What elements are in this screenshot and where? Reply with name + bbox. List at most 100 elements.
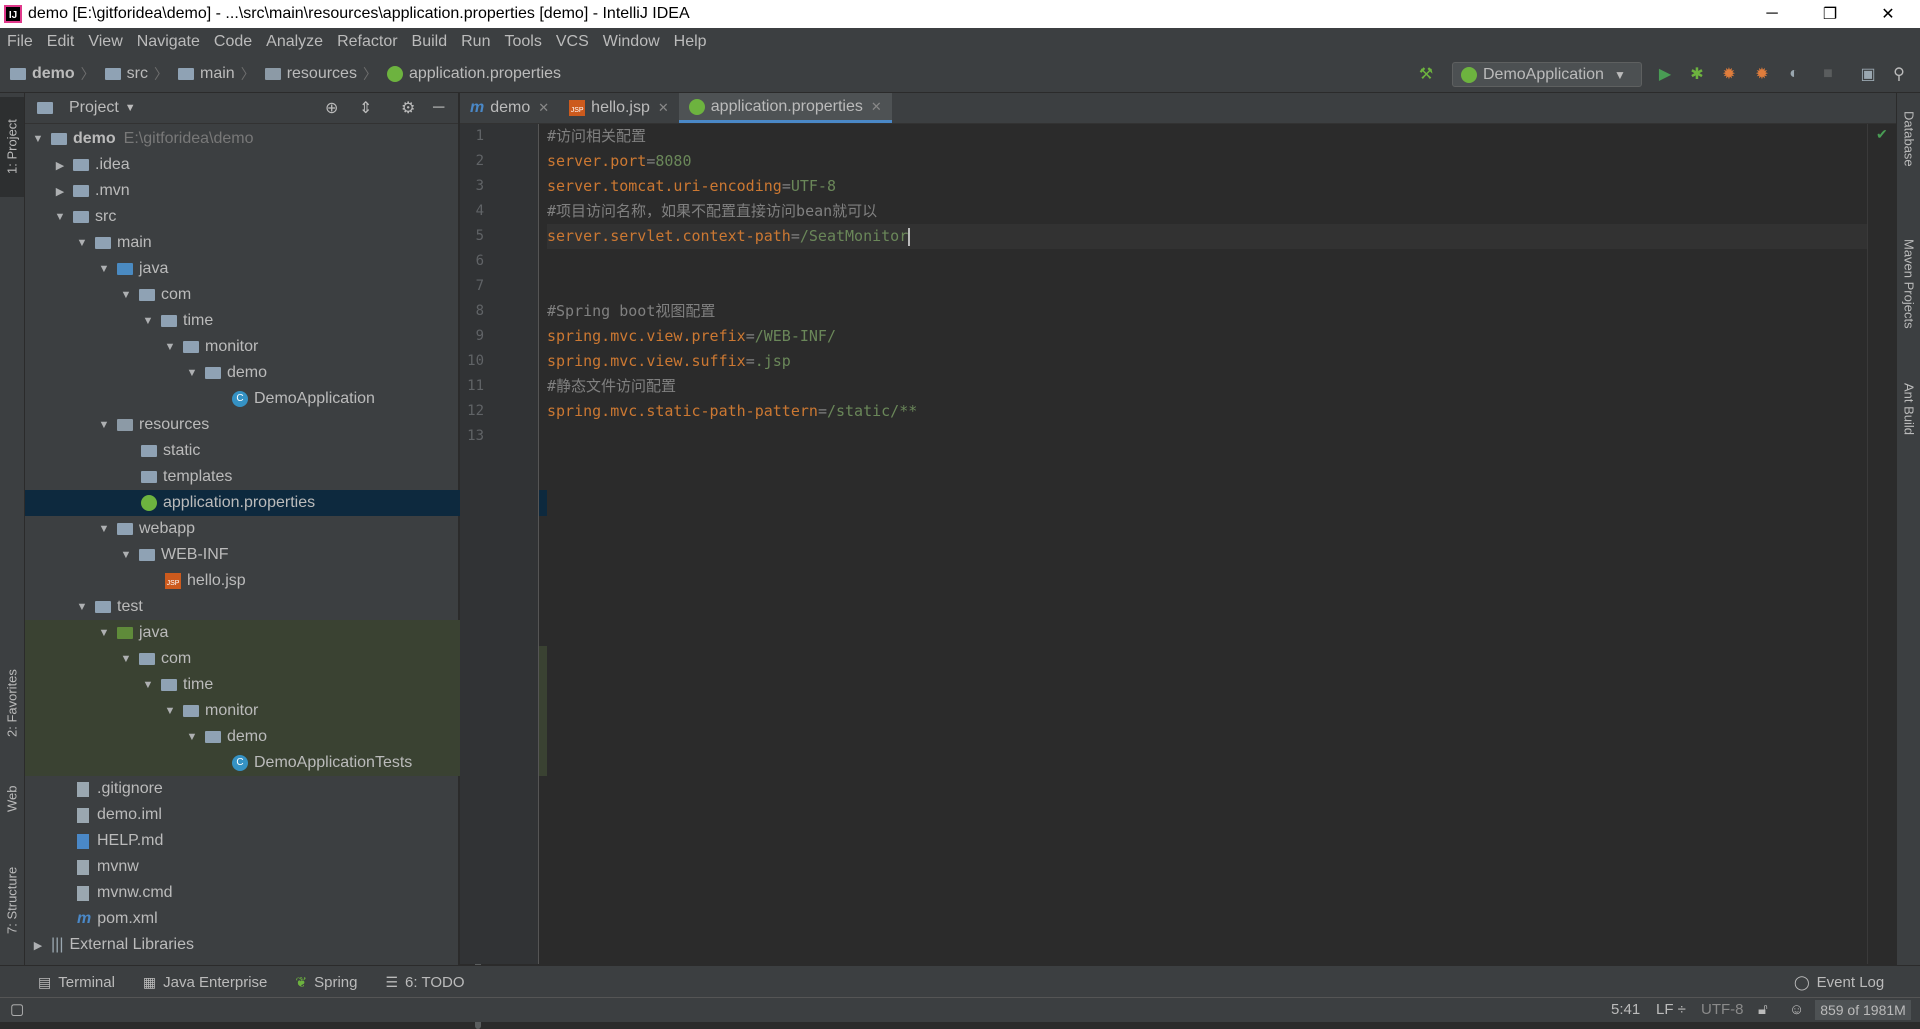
gear-icon[interactable]: ⚙	[401, 98, 415, 118]
tree-item-mvnw[interactable]: mvnw	[25, 854, 510, 880]
project-panel: Project ▼ ⊕ ⇕ ⚙ ─ ▼ demo E:\gitforidea\dem…	[25, 93, 665, 1029]
breadcrumb-main[interactable]: main 〉	[168, 64, 255, 84]
library-icon: |||	[51, 936, 64, 953]
menu-refactor[interactable]: Refactor	[330, 33, 404, 51]
menu-tools[interactable]: Tools	[497, 33, 548, 51]
property-key: spring.mvc.view.prefix	[547, 327, 746, 345]
tool-tab-ant[interactable]: Ant Build	[1897, 369, 1920, 449]
menu-navigate[interactable]: Navigate	[130, 33, 207, 51]
maven-icon: m	[77, 910, 92, 927]
menu-run[interactable]: Run	[454, 33, 497, 51]
close-tab-icon: ✕	[538, 100, 550, 115]
tree-item-mvnw-cmd[interactable]: mvnw.cmd	[25, 880, 510, 906]
spring-icon: ❦	[295, 973, 308, 990]
toggle-tool-windows-icon[interactable]: ▢	[10, 998, 24, 1022]
menu-build[interactable]: Build	[405, 33, 455, 51]
tool-tab-project[interactable]: 1: Project	[0, 97, 24, 197]
tree-item-test[interactable]: ▼ test	[25, 594, 508, 620]
tree-item-demo-iml[interactable]: demo.iml	[25, 802, 510, 828]
close-button[interactable]: ✕	[1859, 0, 1917, 28]
menu-view[interactable]: View	[81, 33, 129, 51]
file-encoding[interactable]: UTF-8	[1701, 998, 1744, 1022]
equals-sign: =	[817, 402, 827, 420]
memory-indicator[interactable]: 859 of 1981M	[1815, 1000, 1911, 1020]
hide-panel-icon[interactable]: ─	[433, 99, 444, 117]
tree-item-external-libraries[interactable]: ▶ ||| External Libraries	[25, 932, 464, 958]
folder-icon	[104, 68, 121, 80]
line-number: 9	[475, 328, 484, 344]
tab-hello-jsp[interactable]: JSP hello.jsp ✕	[559, 93, 679, 123]
bottom-tool-bar: ▤ Terminal ▦ Java Enterprise ❦ Spring ☰ 6: T…	[0, 965, 1920, 998]
check-icon: ✔	[1876, 126, 1888, 142]
menu-window[interactable]: Window	[596, 33, 667, 51]
debug-icon[interactable]: ✱	[1687, 64, 1707, 84]
tree-item-demo-root[interactable]: ▼ demo E:\gitforidea\demo	[25, 126, 464, 152]
tree-item-pom-xml[interactable]: m pom.xml	[25, 906, 510, 932]
editor-tab-bar: m demo ✕ JSP hello.jsp ✕ application.propert…	[460, 93, 1896, 124]
coverage-icon[interactable]: ✹	[1719, 64, 1739, 84]
tab-application-properties[interactable]: application.properties ✕	[678, 93, 892, 123]
breadcrumb-demo[interactable]: demo 〉	[0, 64, 95, 84]
search-icon[interactable]: ⚲	[1889, 64, 1909, 84]
maven-icon: m	[470, 99, 485, 116]
lock-icon[interactable]: 🔓︎	[1758, 998, 1768, 1022]
project-panel-header: Project ▼ ⊕ ⇕ ⚙ ─	[25, 93, 458, 124]
run-icon[interactable]: ▶	[1655, 64, 1675, 84]
editor-marker-bar: ✔	[1867, 124, 1897, 964]
breadcrumb-file[interactable]: application.properties	[377, 65, 561, 83]
minimize-button[interactable]: ─	[1743, 0, 1801, 28]
tool-tab-terminal[interactable]: ▤ Terminal	[38, 974, 115, 991]
breadcrumb-src[interactable]: src 〉	[95, 64, 168, 84]
property-value: 8080	[655, 152, 692, 170]
tree-item-src[interactable]: ▼ src	[25, 204, 486, 230]
comment-text: #项目访问名称，如果不配置直接访问bean就可以	[547, 202, 878, 220]
tool-tab-maven[interactable]: Maven Projects	[1897, 219, 1920, 349]
tree-item-webapp[interactable]: ▼ webapp	[25, 516, 530, 542]
comment-text: #访问相关配置	[547, 127, 647, 145]
build-hammer-icon[interactable]: ⚒	[1416, 64, 1436, 84]
project-panel-title[interactable]: Project	[69, 99, 119, 117]
stop-icon[interactable]: ■	[1818, 64, 1838, 84]
tree-item-help-md[interactable]: HELP.md	[25, 828, 510, 854]
menu-analyze[interactable]: Analyze	[259, 33, 330, 51]
locate-icon[interactable]: ⊕	[325, 98, 338, 118]
chevron-down-icon[interactable]: ▼	[125, 102, 136, 114]
tool-tab-database[interactable]: Database	[1897, 99, 1920, 179]
tool-tab-favorites[interactable]: 2: Favorites	[0, 653, 24, 753]
run-configuration-select[interactable]: DemoApplication ▼	[1452, 62, 1642, 87]
breadcrumb-resources[interactable]: resources 〉	[255, 64, 377, 84]
line-separator[interactable]: LF ÷	[1656, 998, 1686, 1022]
property-key: server.servlet.context-path	[547, 227, 791, 245]
code-editor[interactable]: #访问相关配置 server.port=8080 server.tomcat.uri…	[547, 124, 1867, 964]
hector-icon[interactable]: ☺	[1789, 998, 1804, 1022]
attach-icon[interactable]: ◐	[1784, 64, 1804, 84]
tree-item-main[interactable]: ▼ main	[25, 230, 508, 256]
tree-item-mvn[interactable]: ▶ .mvn	[25, 178, 486, 204]
tool-tab-web[interactable]: Web	[0, 769, 24, 829]
menu-vcs[interactable]: VCS	[549, 33, 596, 51]
tree-item-gitignore[interactable]: .gitignore	[25, 776, 510, 802]
tool-tab-java-enterprise[interactable]: ▦ Java Enterprise	[143, 974, 267, 991]
tree-item-idea[interactable]: ▶ .idea	[25, 152, 486, 178]
tree-item-java[interactable]: ▼ java	[25, 256, 530, 282]
event-log-button[interactable]: ◯ Event Log	[1794, 974, 1884, 991]
close-tab-icon: ✕	[870, 98, 882, 114]
tool-tab-todo[interactable]: ☰ 6: TODO	[385, 974, 464, 991]
collapse-all-icon[interactable]: ⇕	[359, 98, 372, 118]
equals-sign: =	[745, 352, 755, 370]
menu-file[interactable]: File	[0, 33, 40, 51]
code-line: server.tomcat.uri-encoding=UTF-8	[547, 174, 836, 199]
restore-button[interactable]: ❐	[1801, 0, 1859, 28]
menu-edit[interactable]: Edit	[40, 33, 82, 51]
caret-position[interactable]: 5:41	[1611, 998, 1640, 1022]
project-structure-icon[interactable]: ▣	[1858, 64, 1878, 84]
tree-item-test-java[interactable]: ▼ java	[25, 620, 530, 646]
tab-demo[interactable]: m demo ✕	[460, 93, 559, 123]
tool-tab-structure[interactable]: 7: Structure	[0, 845, 24, 955]
menu-code[interactable]: Code	[207, 33, 259, 51]
class-icon: C	[232, 755, 248, 771]
tool-tab-spring[interactable]: ❦ Spring	[295, 974, 357, 991]
profile-icon[interactable]: ✹	[1752, 64, 1772, 84]
tree-item-resources[interactable]: ▼ resources	[25, 412, 530, 438]
menu-help[interactable]: Help	[667, 33, 714, 51]
